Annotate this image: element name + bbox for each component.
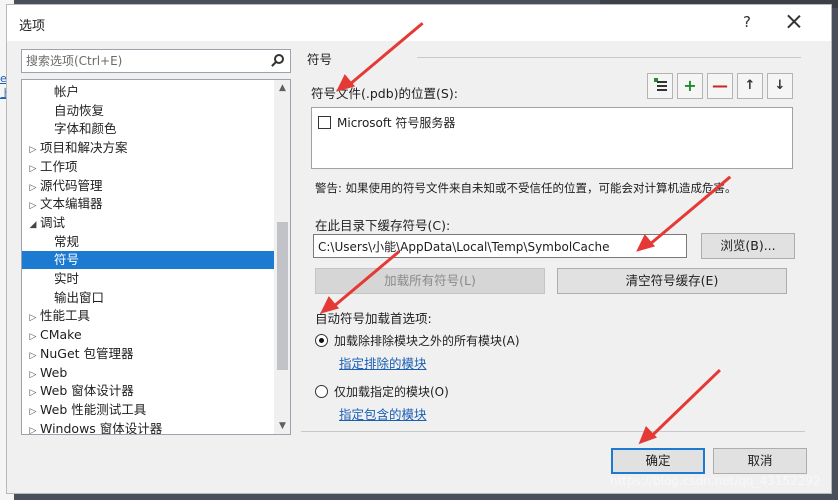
remove-button[interactable]: — xyxy=(707,73,733,99)
specify-included-link[interactable]: 指定包含的模块 xyxy=(339,404,427,423)
tree-item-label: NuGet 包管理器 xyxy=(40,345,134,361)
option-specified-radio[interactable] xyxy=(315,385,328,398)
tree-item[interactable]: ▷ Web 性能测试工具 xyxy=(22,401,274,419)
help-button[interactable]: ? xyxy=(737,13,757,31)
tree-item-label: 符号 xyxy=(54,252,80,268)
expand-arrow-icon[interactable]: ▷ xyxy=(26,422,40,434)
clear-cache-button[interactable]: 清空符号缓存(E) xyxy=(557,268,787,294)
expand-arrow-icon[interactable]: ▷ xyxy=(26,366,40,384)
move-up-button[interactable]: ↑ xyxy=(737,73,763,99)
ms-server-checkbox[interactable] xyxy=(318,116,331,129)
tree-item[interactable]: ▷ Web 窗体设计器 xyxy=(22,382,274,400)
tree-item[interactable]: 符号 xyxy=(22,251,274,270)
tree-item-label: 帐户 xyxy=(54,84,80,99)
expand-arrow-icon[interactable]: ▷ xyxy=(26,309,40,327)
search-input[interactable] xyxy=(26,53,261,69)
tree-item-label: 调试 xyxy=(40,214,66,230)
expand-arrow-icon[interactable]: ▷ xyxy=(26,160,40,178)
tree-item[interactable]: 自动恢复 xyxy=(22,102,274,120)
new-location-button[interactable] xyxy=(647,73,673,99)
scroll-up-icon[interactable]: ▲ xyxy=(274,80,290,96)
collapse-arrow-icon[interactable]: ◢ xyxy=(26,216,40,234)
expand-arrow-icon[interactable]: ▷ xyxy=(26,328,40,346)
tree-item-label: 自动恢复 xyxy=(54,102,105,118)
scroll-down-icon[interactable]: ▼ xyxy=(274,418,290,434)
tree-item[interactable]: ▷ 源代码管理 xyxy=(22,177,274,195)
tree-item[interactable]: ▷ Web xyxy=(22,364,274,382)
option-specified-label: 仅加载指定的模块(O) xyxy=(334,385,449,399)
options-dialog: 选项 ? 帐户自动恢复字体和颜色▷项目和解决方案▷工作项▷源代码管理▷文本编辑器… xyxy=(6,4,832,494)
expand-arrow-icon[interactable]: ▷ xyxy=(26,141,40,159)
option-specified-row[interactable]: 仅加载指定的模块(O) xyxy=(315,383,449,400)
tree-item[interactable]: ◢ 调试 xyxy=(22,214,274,232)
tree-item[interactable]: 常规 xyxy=(22,233,274,251)
window-title: 选项 xyxy=(19,19,46,34)
tree-item-label: CMake xyxy=(40,327,82,343)
options-tree: 帐户 自动恢复 字体和颜色 ▷ 项目和解决方案 ▷ 工作项 ▷ 源代码管理 ▷ 文本编辑器 ◢ 调试 常规… xyxy=(21,79,291,435)
tree-item[interactable]: ▷ 性能工具 xyxy=(22,307,274,325)
option-load-all-radio[interactable] xyxy=(315,334,328,347)
ms-server-label: Microsoft 符号服务器 xyxy=(337,116,456,130)
search-box xyxy=(21,49,291,73)
tree-item-label: 输出窗口 xyxy=(54,289,105,305)
tree-item[interactable]: ▷ 项目和解决方案 xyxy=(22,139,274,157)
scrollbar-thumb[interactable] xyxy=(277,222,288,370)
tree-item[interactable]: ▷ 工作项 xyxy=(22,158,274,176)
move-down-button[interactable]: ↓ xyxy=(767,73,793,99)
option-load-all-label: 加载除排除模块之外的所有模块(A) xyxy=(334,334,520,348)
tree-item[interactable]: ▷ CMake xyxy=(22,326,274,344)
tree-item-label: Web xyxy=(40,364,68,380)
list-add-icon xyxy=(654,78,667,93)
tree-item-label: Web 窗体设计器 xyxy=(40,383,134,399)
cache-dir-input[interactable] xyxy=(314,235,686,257)
tree-item[interactable]: ▷ NuGet 包管理器 xyxy=(22,345,274,363)
tree-item[interactable]: 帐户 xyxy=(22,83,274,101)
expand-arrow-icon[interactable]: ▷ xyxy=(26,347,40,365)
tree-scrollbar[interactable]: ▲ ▼ xyxy=(274,80,290,434)
tree-item[interactable]: 字体和颜色 xyxy=(22,120,274,138)
tree-item-label: 工作项 xyxy=(40,158,78,174)
expand-arrow-icon[interactable]: ▷ xyxy=(26,384,40,402)
tree-item-label: Web 性能测试工具 xyxy=(40,401,147,417)
close-icon[interactable] xyxy=(783,11,805,33)
tree-item-label: 常规 xyxy=(54,233,80,249)
warning-text: 警告: 如果使用的符号文件来自未知或不受信任的位置，可能会对计算机造成危害。 xyxy=(315,181,737,195)
expand-arrow-icon[interactable]: ▷ xyxy=(26,197,40,215)
option-load-all-row[interactable]: 加载除排除模块之外的所有模块(A) xyxy=(315,332,520,349)
tree-item-label: 源代码管理 xyxy=(40,177,103,193)
symbol-locations-list: Microsoft 符号服务器 xyxy=(311,107,793,169)
tree-item[interactable]: ▷ Windows 窗体设计器 xyxy=(22,420,274,435)
tree-item-label: Windows 窗体设计器 xyxy=(40,420,163,435)
tree-item-label: 项目和解决方案 xyxy=(40,140,128,156)
tree-item-label: 文本编辑器 xyxy=(40,196,103,212)
expand-arrow-icon[interactable]: ▷ xyxy=(26,179,40,197)
tree-item[interactable]: 输出窗口 xyxy=(22,289,274,307)
tree-item[interactable]: 实时 xyxy=(22,270,274,288)
footer-divider xyxy=(301,431,805,432)
group-title: 符号 xyxy=(307,52,333,67)
group-divider xyxy=(417,57,801,58)
tree-item-label: 性能工具 xyxy=(40,308,91,324)
ok-button[interactable]: 确定 xyxy=(611,448,705,474)
add-button[interactable]: + xyxy=(677,73,703,99)
tree-item-label: 字体和颜色 xyxy=(54,121,117,137)
search-icon[interactable] xyxy=(270,54,284,68)
tree-item[interactable]: ▷ 文本编辑器 xyxy=(22,195,274,213)
watermark-text: https://blog.csdn.net/qq_43152292 xyxy=(610,474,821,488)
specify-excluded-link[interactable]: 指定排除的模块 xyxy=(339,353,427,372)
expand-arrow-icon[interactable]: ▷ xyxy=(26,403,40,421)
tree-item-label: 实时 xyxy=(54,271,80,286)
browse-button[interactable]: 浏览(B)... xyxy=(701,233,795,259)
cache-dir-label: 在此目录下缓存符号(C): xyxy=(315,218,451,233)
ms-server-row[interactable]: Microsoft 符号服务器 xyxy=(318,114,455,131)
cancel-button[interactable]: 取消 xyxy=(713,448,807,474)
